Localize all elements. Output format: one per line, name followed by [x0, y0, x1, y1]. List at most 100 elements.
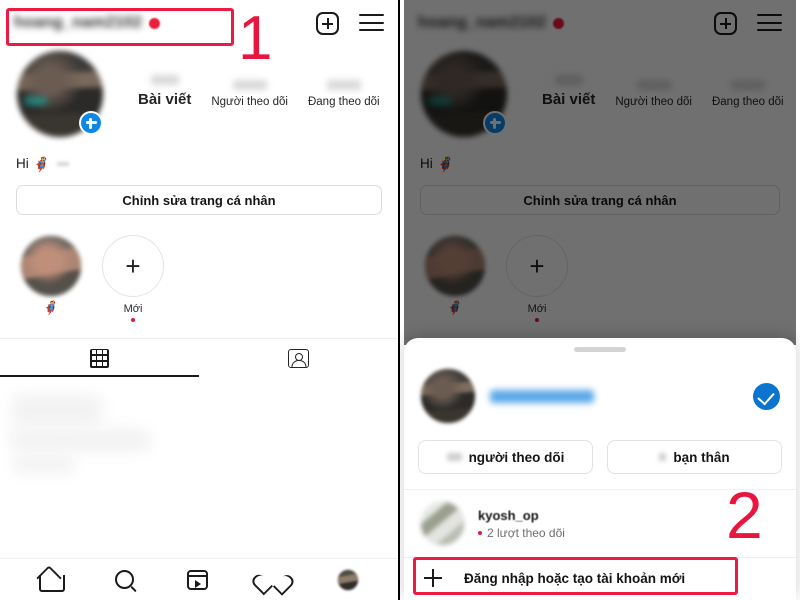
tab-grid[interactable]: [0, 339, 199, 377]
bio-text: Hi: [420, 156, 433, 171]
search-icon[interactable]: [114, 570, 134, 589]
plus-icon: +: [125, 251, 141, 281]
highlight-cover: [20, 235, 82, 297]
profile-bio: Hi 🦸: [0, 138, 398, 171]
plus-box-icon[interactable]: [714, 11, 737, 35]
panel-step-1: hoang_nam2102 Bài viết Người theo dõi Đa…: [0, 0, 400, 600]
other-account-followers: 2 lượt theo dõi: [487, 525, 565, 540]
grid-icon: [90, 348, 109, 368]
current-account-username: [490, 389, 594, 403]
profile-stats: Bài viết Người theo dõi Đang theo dõi: [542, 74, 784, 114]
highlight-new-circle: +: [102, 235, 164, 297]
profile-stats: Bài viết Người theo dõi Đang theo dõi: [138, 74, 380, 114]
followers-count: [446, 453, 462, 461]
stat-followers[interactable]: Người theo dõi: [211, 79, 288, 108]
highlight-new[interactable]: + Mới: [506, 235, 568, 322]
superhero-emoji-icon: 🦸: [436, 155, 455, 172]
avatar-detail: [24, 98, 48, 105]
highlight-new-circle: +: [506, 235, 568, 297]
hamburger-menu-icon[interactable]: [359, 14, 384, 32]
header-actions: [714, 11, 782, 35]
highlight-cover: [424, 235, 486, 297]
current-account-avatar: [420, 368, 476, 424]
story-highlights: 🦸 + Mới: [0, 215, 398, 322]
stat-followers-value: [636, 79, 671, 90]
highlight-item[interactable]: 🦸: [20, 235, 82, 322]
close-friends-label: bạn thân: [673, 449, 730, 465]
plus-box-icon[interactable]: [316, 11, 339, 35]
avatar[interactable]: [420, 50, 508, 138]
hamburger-menu-icon[interactable]: [757, 14, 782, 32]
highlight-new-label: Mới: [527, 303, 547, 315]
profile-summary-row-dimmed: Bài viết Người theo dõi Đang theo dõi: [404, 46, 796, 138]
new-indicator-dot: [131, 318, 135, 322]
notification-dot-icon: [552, 17, 564, 29]
screenshot-stage: hoang_nam2102 Bài viết Người theo dõi Đa…: [0, 0, 800, 600]
highlight-item[interactable]: 🦸: [424, 235, 486, 322]
bio-extra: [57, 161, 70, 166]
bottom-navigation: [0, 558, 398, 600]
header-actions: [316, 11, 384, 35]
highlight-new[interactable]: + Mới: [102, 235, 164, 322]
stat-following[interactable]: Đang theo dõi: [307, 79, 380, 108]
stat-following-label: Đang theo dõi: [711, 95, 784, 108]
ghost-block: [12, 395, 102, 425]
profile-username[interactable]: hoang_nam2102: [14, 14, 142, 32]
stat-following-value: [326, 79, 361, 90]
close-friends-count: [659, 453, 667, 461]
followers-button[interactable]: người theo dõi: [418, 440, 593, 474]
highlight-label-emoji: 🦸: [446, 300, 464, 315]
stat-posts[interactable]: Bài viết: [138, 74, 191, 108]
stat-posts-label: Bài viết: [542, 90, 596, 108]
highlight-new-label: Mới: [123, 303, 143, 315]
annotation-marker-2: 2: [726, 478, 763, 552]
instagram-header: hoang_nam2102: [0, 0, 398, 46]
ghost-block: [10, 429, 150, 451]
home-icon[interactable]: [38, 570, 65, 592]
stat-following[interactable]: Đang theo dõi: [711, 79, 784, 108]
profile-username[interactable]: hoang_nam2102: [418, 14, 546, 32]
profile-tabs: [0, 338, 398, 377]
unread-dot-icon: [478, 530, 482, 535]
stat-posts[interactable]: Bài viết: [542, 74, 596, 108]
bio-text: Hi: [16, 156, 29, 171]
feed-placeholder: [0, 377, 398, 497]
add-story-plus-icon[interactable]: [79, 111, 103, 135]
other-account-meta: kyosh_op 2 lượt theo dõi: [478, 508, 565, 540]
add-story-plus-icon[interactable]: [483, 111, 507, 135]
profile-bio-dimmed: Hi 🦸: [404, 138, 796, 171]
plus-icon: [424, 569, 442, 587]
notification-dot-icon: [148, 17, 160, 29]
superhero-emoji-icon: 🦸: [32, 155, 51, 172]
stat-followers-label: Người theo dõi: [211, 95, 288, 108]
instagram-header-dimmed: hoang_nam2102: [404, 0, 796, 46]
stat-followers-label: Người theo dõi: [615, 95, 692, 108]
avatar-detail: [428, 98, 452, 105]
account-quick-buttons: người theo dõi bạn thân: [404, 424, 796, 474]
edit-profile-button-dimmed[interactable]: Chỉnh sửa trang cá nhân: [420, 185, 780, 215]
profile-avatar-icon[interactable]: [337, 568, 360, 591]
stat-followers-value: [232, 79, 267, 90]
story-highlights-dimmed: 🦸 + Mới: [404, 215, 796, 322]
avatar[interactable]: [16, 50, 104, 138]
heart-icon[interactable]: [262, 570, 283, 589]
other-account-username: kyosh_op: [478, 507, 539, 523]
stat-posts-value: [554, 74, 583, 85]
stat-following-label: Đang theo dõi: [307, 95, 380, 108]
current-account-row[interactable]: [404, 352, 796, 424]
new-indicator-dot: [535, 318, 539, 322]
annotation-marker-1: 1: [238, 4, 273, 73]
add-account-row[interactable]: Đăng nhập hoặc tạo tài khoản mới: [404, 558, 796, 598]
edit-profile-button[interactable]: Chỉnh sửa trang cá nhân: [16, 185, 382, 215]
stat-followers[interactable]: Người theo dõi: [615, 79, 692, 108]
tagged-person-icon: [288, 348, 309, 368]
account-switcher-sheet: người theo dõi bạn thân kyosh_op 2 lượt …: [404, 338, 796, 600]
tab-tagged[interactable]: [199, 339, 398, 377]
other-account-subtitle: 2 lượt theo dõi: [478, 526, 565, 540]
followers-label: người theo dõi: [468, 449, 565, 465]
ghost-block: [14, 455, 74, 473]
reels-icon[interactable]: [187, 569, 209, 590]
other-account-avatar: [420, 501, 465, 546]
close-friends-button[interactable]: bạn thân: [607, 440, 782, 474]
add-account-label: Đăng nhập hoặc tạo tài khoản mới: [464, 570, 686, 586]
